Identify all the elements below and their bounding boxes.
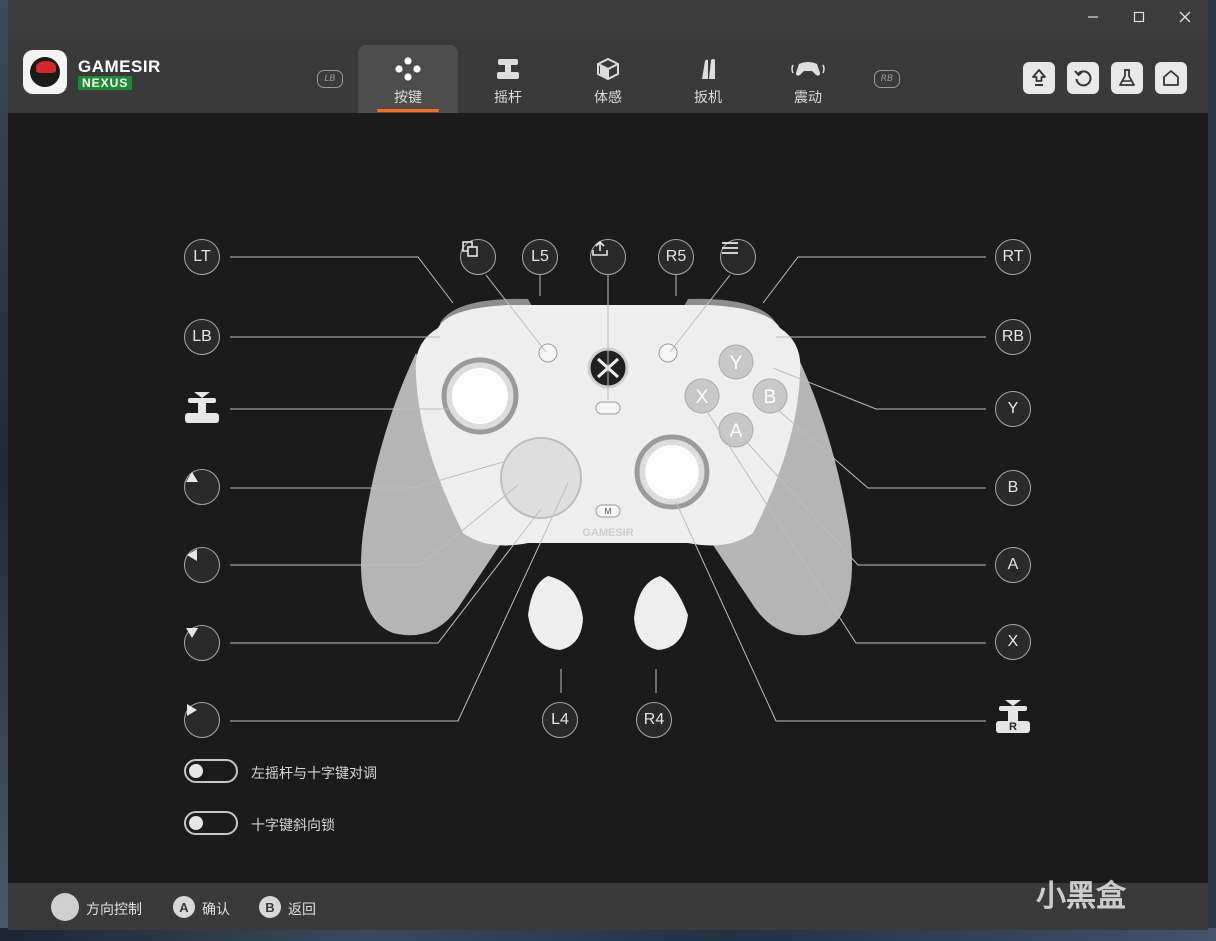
map-dpad-down[interactable] xyxy=(184,625,220,661)
right-stick-marker: R xyxy=(1009,721,1017,733)
map-button-l5[interactable]: L5 xyxy=(522,239,558,275)
confirm-key-badge: A xyxy=(173,896,195,918)
footer-hints: 方向控制 A 确认 B 返回 小黑盒 xyxy=(8,879,1208,930)
app-header: GAMESIR NEXUS LB 按键 摇杆 体感 扳机 震动 RB xyxy=(8,33,1208,113)
left-stick xyxy=(452,368,508,424)
lab-button[interactable] xyxy=(1111,62,1143,94)
map-dpad-left[interactable] xyxy=(184,547,220,583)
minimize-button[interactable] xyxy=(1070,0,1116,33)
back-hint-label: 返回 xyxy=(288,902,316,918)
right-stick xyxy=(645,445,699,499)
tab-joystick[interactable]: 摇杆 xyxy=(458,45,558,113)
vibration-icon xyxy=(790,57,826,81)
right-stick-icon: R xyxy=(996,700,1030,733)
triangle-right-icon xyxy=(187,704,197,716)
hamburger-menu-icon xyxy=(722,242,738,254)
tab-label: 按键 xyxy=(394,90,422,106)
title-bar xyxy=(8,0,1208,33)
map-button-view[interactable] xyxy=(460,239,496,275)
tab-motion[interactable]: 体感 xyxy=(558,45,658,113)
dpad xyxy=(500,437,582,519)
firmware-upgrade-button[interactable] xyxy=(1023,62,1055,94)
tab-vibration[interactable]: 震动 xyxy=(758,45,858,113)
reset-icon xyxy=(1074,70,1092,87)
tab-label: 扳机 xyxy=(694,90,722,106)
motion-icon xyxy=(594,57,622,81)
prev-tab-lb-button[interactable]: LB xyxy=(317,70,343,88)
map-button-lb[interactable]: LB xyxy=(184,319,220,355)
tab-trigger[interactable]: 扳机 xyxy=(658,45,758,113)
joystick-icon xyxy=(495,57,521,81)
map-button-r4[interactable]: R4 xyxy=(636,702,672,738)
paddle-r4 xyxy=(634,576,688,650)
maximize-button[interactable] xyxy=(1116,0,1162,33)
map-button-x[interactable]: X xyxy=(995,624,1031,660)
tab-label: 震动 xyxy=(794,90,822,106)
map-button-share[interactable] xyxy=(590,239,626,275)
map-dpad-right[interactable] xyxy=(184,702,220,738)
brand-name: GAMESIR xyxy=(78,57,161,76)
tab-label: 摇杆 xyxy=(494,90,522,106)
gamesir-logo-icon xyxy=(30,57,60,87)
view-icon xyxy=(462,241,478,257)
maximize-icon xyxy=(1133,11,1145,22)
map-button-menu[interactable] xyxy=(720,239,756,275)
brand-sub: NEXUS xyxy=(78,76,133,90)
minimize-icon xyxy=(1088,15,1098,18)
app-window: GAMESIR NEXUS LB 按键 摇杆 体感 扳机 震动 RB M GAM… xyxy=(8,0,1208,930)
mapping-panel: M GAMESIR Y B X A LT LB L5 R5 RT RB Y B … xyxy=(8,113,1208,883)
share-button xyxy=(595,401,621,415)
face-button-b-label: B xyxy=(764,387,777,408)
m-button-label: M xyxy=(605,507,612,516)
close-button[interactable] xyxy=(1162,0,1208,33)
controller-brand-text: GAMESIR xyxy=(582,527,633,539)
map-button-y[interactable]: Y xyxy=(995,391,1031,427)
toggle-knob xyxy=(189,764,203,778)
map-button-rb[interactable]: RB xyxy=(995,319,1031,355)
map-button-b[interactable]: B xyxy=(995,470,1031,506)
map-left-stick-button[interactable] xyxy=(182,390,222,426)
buttons-icon xyxy=(394,57,422,81)
upload-firmware-icon xyxy=(1032,69,1046,86)
triangle-down-icon xyxy=(186,628,198,638)
active-tab-indicator xyxy=(377,109,439,112)
lab-flask-icon xyxy=(1119,69,1135,86)
share-icon xyxy=(592,240,608,256)
watermark: 小黑盒 xyxy=(1036,879,1126,914)
home-button[interactable] xyxy=(1155,62,1187,94)
swap-stick-dpad-label: 左摇杆与十字键对调 xyxy=(251,766,377,782)
face-button-a-label: A xyxy=(730,421,743,442)
swap-stick-dpad-toggle[interactable] xyxy=(184,759,238,783)
face-button-x-label: X xyxy=(696,387,709,408)
tab-label: 体感 xyxy=(594,90,622,106)
confirm-hint-label: 确认 xyxy=(202,902,230,918)
map-button-rt[interactable]: RT xyxy=(995,239,1031,275)
nav-hint-label: 方向控制 xyxy=(86,902,142,918)
triangle-left-icon xyxy=(187,549,197,561)
toggle-knob xyxy=(189,816,203,830)
map-button-r5[interactable]: R5 xyxy=(658,239,694,275)
joystick-hint-icon xyxy=(51,893,79,921)
reset-button[interactable] xyxy=(1067,62,1099,94)
paddle-l4 xyxy=(528,576,583,650)
map-right-stick-button[interactable]: R xyxy=(993,698,1033,736)
desktop-background-edge xyxy=(0,0,8,941)
dpad-diagonal-lock-toggle[interactable] xyxy=(184,811,238,835)
map-dpad-up[interactable] xyxy=(184,469,220,505)
triangle-up-icon xyxy=(186,472,198,482)
left-stick-icon xyxy=(185,392,219,423)
next-tab-rb-button[interactable]: RB xyxy=(874,70,900,88)
map-button-a[interactable]: A xyxy=(995,547,1031,583)
map-button-lt[interactable]: LT xyxy=(184,239,220,275)
face-button-y-label: Y xyxy=(730,353,743,374)
dpad-diagonal-lock-label: 十字键斜向锁 xyxy=(251,818,335,834)
map-button-l4[interactable]: L4 xyxy=(542,702,578,738)
close-icon xyxy=(1179,11,1191,22)
trigger-icon xyxy=(696,57,720,81)
gamesir-logo xyxy=(23,50,67,94)
tab-buttons[interactable]: 按键 xyxy=(358,45,458,113)
home-icon xyxy=(1163,70,1179,86)
back-key-badge: B xyxy=(259,896,281,918)
